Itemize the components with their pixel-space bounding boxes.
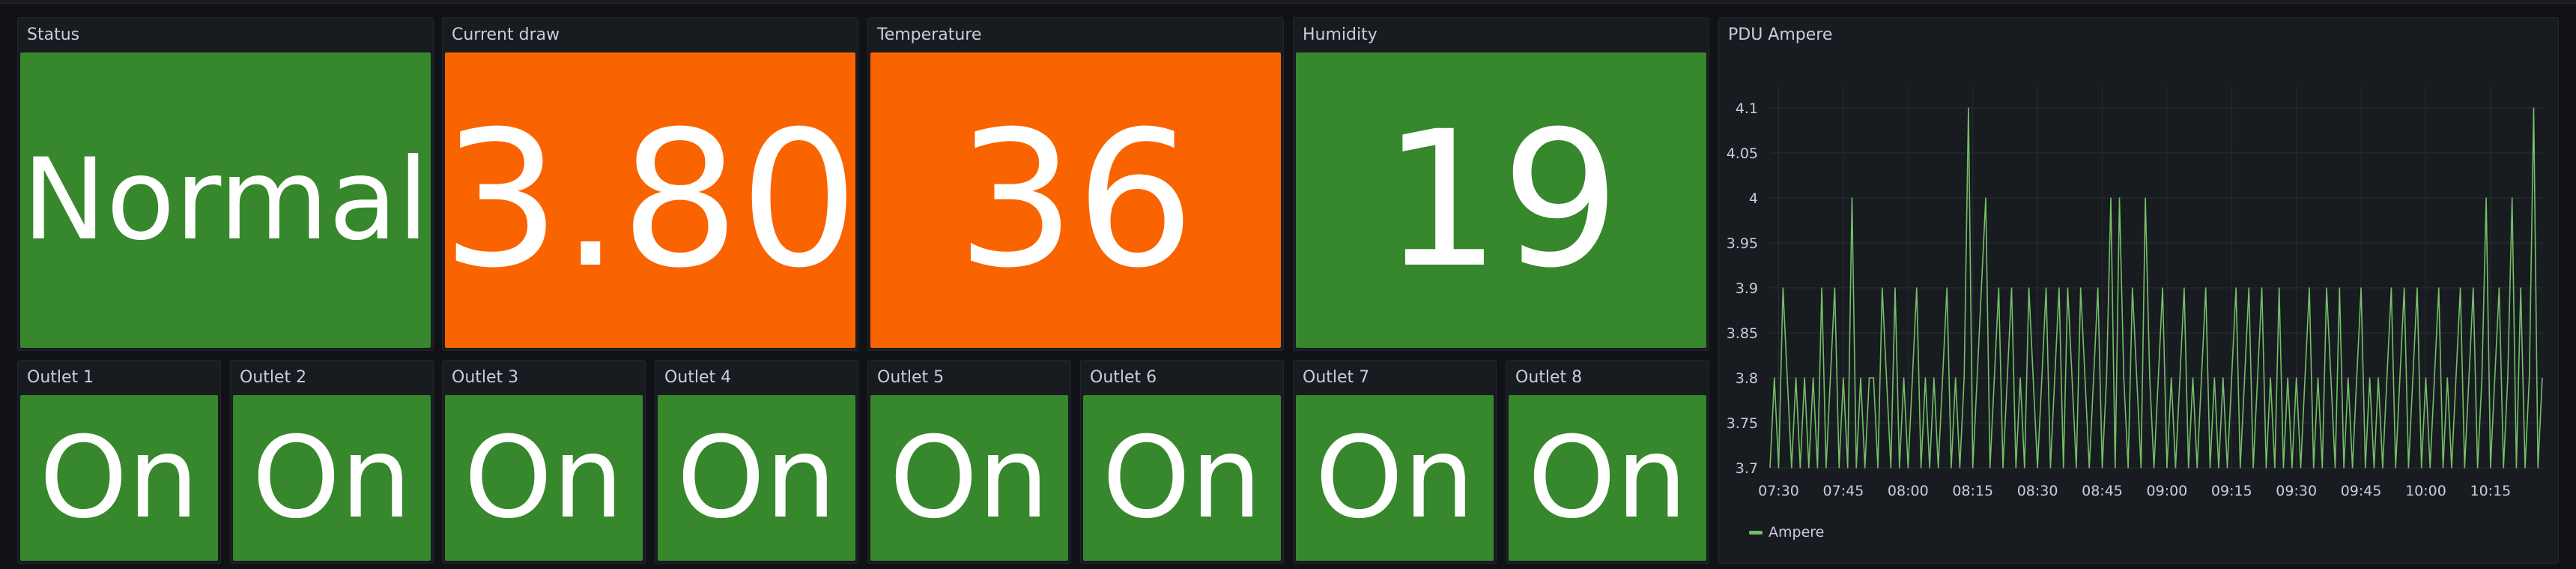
panel-title: Outlet 7: [1303, 368, 1370, 387]
outlet-value-box: On: [445, 395, 643, 561]
x-tick-label: 07:45: [1823, 483, 1864, 499]
panel-title: Status: [27, 25, 80, 44]
outlet-5-panel[interactable]: Outlet 5 On: [867, 360, 1071, 564]
outlet-4-panel[interactable]: Outlet 4 On: [655, 360, 858, 564]
x-tick-label: 09:00: [2147, 483, 2188, 499]
outlet-6-panel[interactable]: Outlet 6 On: [1080, 360, 1284, 564]
x-tick-label: 10:15: [2470, 483, 2512, 499]
outlet-3-panel[interactable]: Outlet 3 On: [442, 360, 646, 564]
x-tick-label: 08:45: [2082, 483, 2123, 499]
status-value: Normal: [22, 135, 429, 265]
x-tick-label: 09:45: [2341, 483, 2382, 499]
current-draw-panel[interactable]: Current draw 3.80: [442, 17, 858, 351]
outlet-2-panel[interactable]: Outlet 2 On: [230, 360, 434, 564]
dashboard-top-bar: [0, 0, 2576, 4]
x-tick-label: 09:30: [2276, 483, 2317, 499]
humidity-value-box: 19: [1296, 52, 1706, 348]
outlet-status-value: On: [889, 412, 1049, 544]
panel-title: Outlet 8: [1515, 368, 1583, 387]
current-draw-value: 3.80: [445, 91, 855, 309]
humidity-panel[interactable]: Humidity 19: [1293, 17, 1709, 351]
panel-title: Current draw: [452, 25, 560, 44]
humidity-value: 19: [1381, 91, 1621, 309]
panel-title: Temperature: [877, 25, 982, 44]
x-tick-label: 08:15: [1952, 483, 1993, 499]
y-tick-label: 3.7: [1736, 460, 1758, 477]
outlet-status-value: On: [676, 412, 837, 544]
outlet-status-value: On: [1315, 412, 1475, 544]
outlet-1-panel[interactable]: Outlet 1 On: [17, 360, 221, 564]
y-tick-label: 3.8: [1736, 370, 1758, 387]
y-tick-label: 4: [1749, 190, 1758, 207]
y-tick-label: 3.85: [1727, 325, 1758, 342]
x-tick-label: 10:00: [2405, 483, 2446, 499]
x-tick-label: 07:30: [1758, 483, 1799, 499]
panel-title: Outlet 1: [27, 368, 94, 387]
panel-title: Outlet 6: [1090, 368, 1157, 387]
y-tick-label: 3.95: [1727, 235, 1758, 252]
legend-label: Ampere: [1769, 524, 1824, 541]
outlet-value-box: On: [233, 395, 431, 561]
y-tick-label: 4.05: [1727, 145, 1758, 162]
outlet-status-value: On: [252, 412, 412, 544]
panel-title: Outlet 3: [452, 368, 519, 387]
outlet-status-value: On: [39, 412, 199, 544]
panel-title: Outlet 4: [664, 368, 732, 387]
y-tick-label: 3.75: [1727, 415, 1758, 432]
x-tick-label: 08:00: [1888, 483, 1929, 499]
panel-title: Outlet 5: [877, 368, 945, 387]
temperature-value-box: 36: [870, 52, 1281, 348]
x-tick-label: 09:15: [2211, 483, 2252, 499]
status-panel[interactable]: Status Normal: [17, 17, 434, 351]
outlet-7-panel[interactable]: Outlet 7 On: [1293, 360, 1497, 564]
pdu-ampere-panel[interactable]: PDU Ampere 3.7 3.75 3.8 3.85 3.9 3.95 4 4.05 4.1…: [1718, 17, 2559, 564]
x-tick-label: 08:30: [2017, 483, 2058, 499]
outlet-status-value: On: [464, 412, 624, 544]
panel-title: Outlet 2: [240, 368, 307, 387]
temperature-panel[interactable]: Temperature 36: [867, 17, 1284, 351]
current-draw-value-box: 3.80: [445, 52, 855, 348]
outlet-status-value: On: [1102, 412, 1262, 544]
outlet-value-box: On: [1509, 395, 1706, 561]
outlet-status-value: On: [1527, 412, 1688, 544]
status-value-box: Normal: [20, 52, 431, 348]
legend-swatch: [1749, 531, 1763, 535]
outlet-value-box: On: [1083, 395, 1281, 561]
panel-title: Humidity: [1303, 25, 1378, 44]
pdu-ampere-chart: 3.7 3.75 3.8 3.85 3.9 3.95 4 4.05 4.1 07:30 07:45 0…: [1727, 85, 2543, 541]
outlet-value-box: On: [658, 395, 855, 561]
y-tick-label: 4.1: [1736, 100, 1758, 117]
temperature-value: 36: [956, 91, 1195, 309]
y-tick-label: 3.9: [1736, 280, 1758, 297]
outlet-value-box: On: [870, 395, 1068, 561]
outlet-value-box: On: [20, 395, 218, 561]
outlet-8-panel[interactable]: Outlet 8 On: [1506, 360, 1709, 564]
outlet-value-box: On: [1296, 395, 1494, 561]
